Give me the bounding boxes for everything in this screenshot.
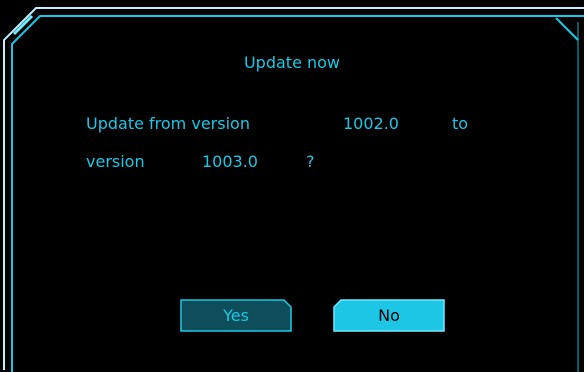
from-version-value: 1002.0 [343, 114, 399, 133]
screen: Update now Update from version 1002.0 to… [0, 0, 584, 372]
no-button[interactable]: No [333, 299, 445, 332]
message-line1-prefix: Update from version [86, 114, 250, 133]
dialog-title: Update now [243, 53, 341, 72]
question-mark: ? [306, 152, 315, 171]
yes-button-label: Yes [223, 306, 249, 325]
to-version-value: 1003.0 [202, 152, 258, 171]
message-line1-to: to [452, 114, 469, 133]
yes-button[interactable]: Yes [180, 299, 292, 332]
message-line2-prefix: version [86, 152, 145, 171]
no-button-label: No [378, 306, 400, 325]
update-dialog: Update now Update from version 1002.0 to… [0, 0, 584, 372]
